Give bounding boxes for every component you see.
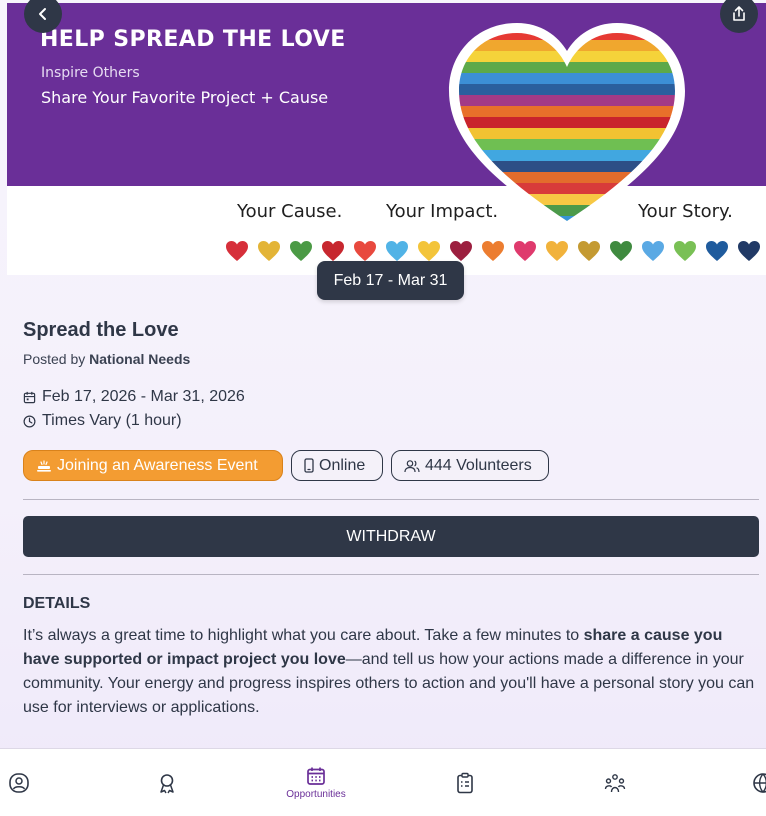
- organization-link[interactable]: National Needs: [89, 351, 190, 367]
- mode-chip-label: Online: [319, 456, 366, 474]
- calendar-icon: [23, 391, 36, 403]
- small-heart-icon: [674, 241, 696, 261]
- small-heart-icon: [706, 241, 728, 261]
- clock-icon: [23, 415, 36, 427]
- event-date-text: Feb 17, 2026 - Mar 31, 2026: [42, 388, 245, 405]
- volunteers-chip-label: 444 Volunteers: [425, 456, 532, 474]
- small-heart-icon: [418, 241, 440, 261]
- small-heart-icon: [290, 241, 312, 261]
- awareness-event-icon: [37, 459, 51, 472]
- nav-globe[interactable]: [746, 749, 766, 816]
- small-heart-icon: [450, 241, 472, 261]
- banner-subtitle-1: Inspire Others: [41, 65, 140, 81]
- chevron-left-icon: [39, 8, 46, 20]
- small-heart-icon: [354, 241, 376, 261]
- posted-by: Posted by National Needs: [23, 351, 190, 367]
- heart-stripe: [459, 106, 675, 117]
- banner-tag-impact: Your Impact.: [386, 201, 499, 222]
- user-circle-icon: [9, 772, 29, 793]
- event-date-row: Feb 17, 2026 - Mar 31, 2026: [23, 388, 245, 406]
- nav-achievements[interactable]: [150, 749, 184, 816]
- banner-title: HELP SPREAD THE LOVE: [40, 27, 346, 52]
- event-time-row: Times Vary (1 hour): [23, 412, 182, 430]
- award-ribbon-icon: [160, 773, 174, 793]
- small-heart-icon: [578, 241, 600, 261]
- nav-opportunities[interactable]: Opportunities: [270, 749, 362, 816]
- nav-tasks[interactable]: [448, 749, 482, 816]
- share-icon: [733, 6, 745, 21]
- heart-stripe: [459, 95, 675, 106]
- rainbow-heart-icon: [449, 23, 685, 229]
- clipboard-list-icon: [457, 772, 473, 793]
- mode-chip[interactable]: Online: [291, 450, 383, 481]
- banner-tag-cause: Your Cause.: [237, 201, 343, 222]
- nav-profile[interactable]: [0, 749, 38, 816]
- banner-tag-story: Your Story.: [638, 201, 733, 222]
- small-heart-icon: [610, 241, 632, 261]
- heart-stripe: [459, 128, 675, 139]
- small-heart-icon: [546, 241, 568, 261]
- banner-subtitle-2: Share Your Favorite Project + Cause: [41, 88, 329, 107]
- divider: [23, 499, 759, 500]
- heart-stripe: [459, 139, 675, 150]
- bottom-navigation: Opportunities: [0, 748, 766, 816]
- heart-stripe: [459, 84, 675, 95]
- nav-community[interactable]: [598, 749, 632, 816]
- heart-stripe: [459, 73, 675, 84]
- volunteers-chip[interactable]: 444 Volunteers: [391, 450, 549, 481]
- details-heading: DETAILS: [23, 595, 91, 612]
- small-heart-icon: [258, 241, 280, 261]
- group-icon: [604, 773, 626, 792]
- small-heart-icon: [482, 241, 504, 261]
- heart-stripe: [459, 117, 675, 128]
- posted-by-prefix: Posted by: [23, 351, 86, 367]
- divider: [23, 574, 759, 575]
- heart-stripe: [459, 183, 675, 194]
- small-heart-icon: [386, 241, 408, 261]
- nav-opportunities-label: Opportunities: [286, 788, 346, 800]
- small-heart-icon: [514, 241, 536, 261]
- heart-stripe: [459, 172, 675, 183]
- phone-icon: [304, 458, 314, 473]
- details-text-part-1: It’s always a great time to highlight wh…: [23, 627, 584, 644]
- small-heart-icon: [642, 241, 664, 261]
- small-heart-icon: [322, 241, 344, 261]
- withdraw-button[interactable]: WITHDRAW: [23, 516, 759, 557]
- small-heart-icon: [738, 241, 760, 261]
- event-banner-image: HELP SPREAD THE LOVE Inspire Others Shar…: [7, 3, 766, 275]
- calendar-icon: [307, 767, 325, 785]
- category-chip-label: Joining an Awareness Event: [57, 456, 258, 474]
- event-title: Spread the Love: [23, 319, 179, 341]
- globe-icon: [753, 772, 766, 793]
- date-range-pill: Feb 17 - Mar 31: [317, 261, 464, 300]
- event-time-text: Times Vary (1 hour): [42, 412, 182, 429]
- category-chip[interactable]: Joining an Awareness Event: [23, 450, 283, 481]
- users-icon: [404, 459, 420, 472]
- small-hearts-row: [224, 239, 762, 263]
- small-heart-icon: [226, 241, 248, 261]
- details-text: It’s always a great time to highlight wh…: [23, 624, 763, 720]
